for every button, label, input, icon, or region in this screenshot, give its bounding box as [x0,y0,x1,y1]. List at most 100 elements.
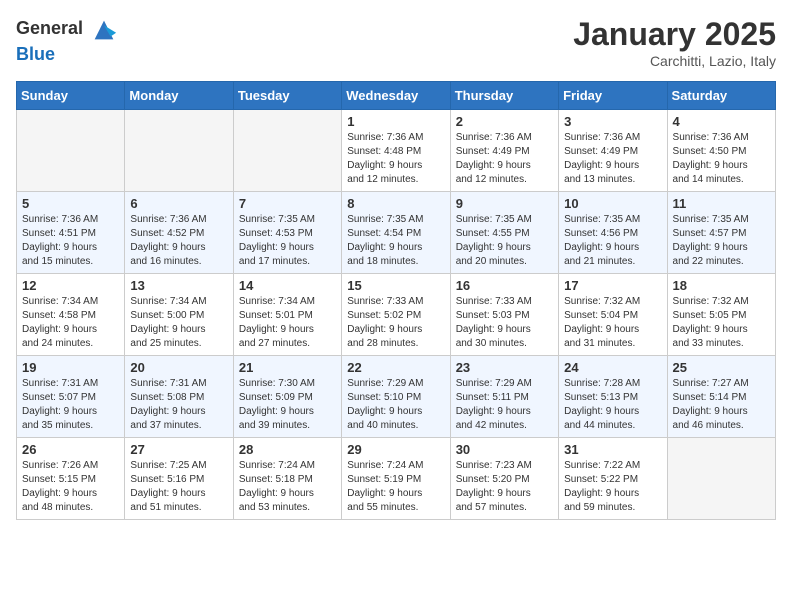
col-monday: Monday [125,82,233,110]
day-info: Sunrise: 7:32 AMSunset: 5:04 PMDaylight:… [564,295,661,351]
day-number: 27 [130,442,227,457]
day-info: Sunrise: 7:33 AMSunset: 5:03 PMDaylight:… [456,295,553,351]
day-number: 12 [22,278,119,293]
day-info: Sunrise: 7:35 AMSunset: 4:55 PMDaylight:… [456,213,553,269]
day-info: Sunrise: 7:34 AMSunset: 5:01 PMDaylight:… [239,295,336,351]
table-row [667,438,775,520]
table-row: 23 Sunrise: 7:29 AMSunset: 5:11 PMDayligh… [450,356,558,438]
table-row: 29Sunrise: 7:24 AMSunset: 5:19 PMDayligh… [342,438,450,520]
table-row: 8 Sunrise: 7:35 AMSunset: 4:54 PMDaylight… [342,192,450,274]
col-thursday: Thursday [450,82,558,110]
day-info: Sunrise: 7:24 AMSunset: 5:18 PMDaylight:… [239,459,336,515]
col-saturday: Saturday [667,82,775,110]
day-info: Sunrise: 7:27 AMSunset: 5:14 PMDaylight:… [673,377,770,433]
calendar: Sunday Monday Tuesday Wednesday Thursday… [16,81,776,520]
table-row: 11 Sunrise: 7:35 AMSunset: 4:57 PMDayligh… [667,192,775,274]
day-info: Sunrise: 7:29 AMSunset: 5:11 PMDaylight:… [456,377,553,433]
day-number: 15 [347,278,444,293]
week-row-2: 5 Sunrise: 7:36 AMSunset: 4:51 PMDaylight… [17,192,776,274]
table-row: 31 Sunrise: 7:22 AMSunset: 5:22 PMDayligh… [559,438,667,520]
day-info: Sunrise: 7:35 AMSunset: 4:57 PMDaylight:… [673,213,770,269]
table-row: 24 Sunrise: 7:28 AMSunset: 5:13 PMDayligh… [559,356,667,438]
day-number: 4 [673,114,770,129]
col-friday: Friday [559,82,667,110]
table-row: 15 Sunrise: 7:33 AMSunset: 5:02 PMDayligh… [342,274,450,356]
col-wednesday: Wednesday [342,82,450,110]
table-row [233,110,341,192]
subtitle: Carchitti, Lazio, Italy [573,53,776,69]
day-number: 9 [456,196,553,211]
day-info: Sunrise: 7:36 AMSunset: 4:49 PMDaylight:… [564,131,661,187]
day-number: 23 [456,360,553,375]
day-info: Sunrise: 7:33 AMSunset: 5:02 PMDaylight:… [347,295,444,351]
table-row: 9 Sunrise: 7:35 AMSunset: 4:55 PMDaylight… [450,192,558,274]
day-number: 28 [239,442,336,457]
col-sunday: Sunday [17,82,125,110]
day-number: 30 [456,442,553,457]
table-row: 17 Sunrise: 7:32 AMSunset: 5:04 PMDayligh… [559,274,667,356]
day-number: 3 [564,114,661,129]
logo-icon [90,16,118,44]
day-number: 25 [673,360,770,375]
title-block: January 2025 Carchitti, Lazio, Italy [573,16,776,69]
day-info: Sunrise: 7:36 AMSunset: 4:50 PMDaylight:… [673,131,770,187]
day-number: 21 [239,360,336,375]
day-info: Sunrise: 7:28 AMSunset: 5:13 PMDaylight:… [564,377,661,433]
day-number: 22 [347,360,444,375]
table-row: 6Sunrise: 7:36 AMSunset: 4:52 PMDaylight… [125,192,233,274]
table-row: 2Sunrise: 7:36 AMSunset: 4:49 PMDaylight… [450,110,558,192]
day-number: 24 [564,360,661,375]
table-row: 1 Sunrise: 7:36 AMSunset: 4:48 PMDaylight… [342,110,450,192]
day-info: Sunrise: 7:31 AMSunset: 5:07 PMDaylight:… [22,377,119,433]
week-row-5: 26Sunrise: 7:26 AMSunset: 5:15 PMDayligh… [17,438,776,520]
month-title: January 2025 [573,16,776,53]
day-info: Sunrise: 7:29 AMSunset: 5:10 PMDaylight:… [347,377,444,433]
table-row: 26Sunrise: 7:26 AMSunset: 5:15 PMDayligh… [17,438,125,520]
table-row: 20Sunrise: 7:31 AMSunset: 5:08 PMDayligh… [125,356,233,438]
week-row-4: 19 Sunrise: 7:31 AMSunset: 5:07 PMDayligh… [17,356,776,438]
table-row: 16 Sunrise: 7:33 AMSunset: 5:03 PMDayligh… [450,274,558,356]
col-tuesday: Tuesday [233,82,341,110]
day-number: 11 [673,196,770,211]
table-row: 10 Sunrise: 7:35 AMSunset: 4:56 PMDayligh… [559,192,667,274]
day-number: 1 [347,114,444,129]
header-row: Sunday Monday Tuesday Wednesday Thursday… [17,82,776,110]
day-number: 10 [564,196,661,211]
day-info: Sunrise: 7:35 AMSunset: 4:53 PMDaylight:… [239,213,336,269]
day-info: Sunrise: 7:36 AMSunset: 4:51 PMDaylight:… [22,213,119,269]
table-row: 18Sunrise: 7:32 AMSunset: 5:05 PMDayligh… [667,274,775,356]
table-row: 7Sunrise: 7:35 AMSunset: 4:53 PMDaylight… [233,192,341,274]
day-info: Sunrise: 7:34 AMSunset: 5:00 PMDaylight:… [130,295,227,351]
table-row: 25 Sunrise: 7:27 AMSunset: 5:14 PMDayligh… [667,356,775,438]
table-row: 3 Sunrise: 7:36 AMSunset: 4:49 PMDaylight… [559,110,667,192]
day-number: 5 [22,196,119,211]
day-number: 17 [564,278,661,293]
day-info: Sunrise: 7:26 AMSunset: 5:15 PMDaylight:… [22,459,119,515]
table-row: 19 Sunrise: 7:31 AMSunset: 5:07 PMDayligh… [17,356,125,438]
table-row: 13Sunrise: 7:34 AMSunset: 5:00 PMDayligh… [125,274,233,356]
logo-text-blue: Blue [16,44,55,64]
day-number: 18 [673,278,770,293]
table-row: 22 Sunrise: 7:29 AMSunset: 5:10 PMDayligh… [342,356,450,438]
week-row-3: 12Sunrise: 7:34 AMSunset: 4:58 PMDayligh… [17,274,776,356]
day-info: Sunrise: 7:35 AMSunset: 4:54 PMDaylight:… [347,213,444,269]
table-row [17,110,125,192]
table-row: 21Sunrise: 7:30 AMSunset: 5:09 PMDayligh… [233,356,341,438]
table-row: 5 Sunrise: 7:36 AMSunset: 4:51 PMDaylight… [17,192,125,274]
day-info: Sunrise: 7:36 AMSunset: 4:48 PMDaylight:… [347,131,444,187]
day-number: 19 [22,360,119,375]
day-info: Sunrise: 7:23 AMSunset: 5:20 PMDaylight:… [456,459,553,515]
table-row [125,110,233,192]
day-info: Sunrise: 7:22 AMSunset: 5:22 PMDaylight:… [564,459,661,515]
day-info: Sunrise: 7:25 AMSunset: 5:16 PMDaylight:… [130,459,227,515]
day-number: 8 [347,196,444,211]
table-row: 28 Sunrise: 7:24 AMSunset: 5:18 PMDayligh… [233,438,341,520]
day-info: Sunrise: 7:31 AMSunset: 5:08 PMDaylight:… [130,377,227,433]
day-number: 16 [456,278,553,293]
day-number: 6 [130,196,227,211]
day-number: 14 [239,278,336,293]
day-number: 31 [564,442,661,457]
logo: General Blue [16,16,118,65]
table-row: 12Sunrise: 7:34 AMSunset: 4:58 PMDayligh… [17,274,125,356]
day-info: Sunrise: 7:35 AMSunset: 4:56 PMDaylight:… [564,213,661,269]
